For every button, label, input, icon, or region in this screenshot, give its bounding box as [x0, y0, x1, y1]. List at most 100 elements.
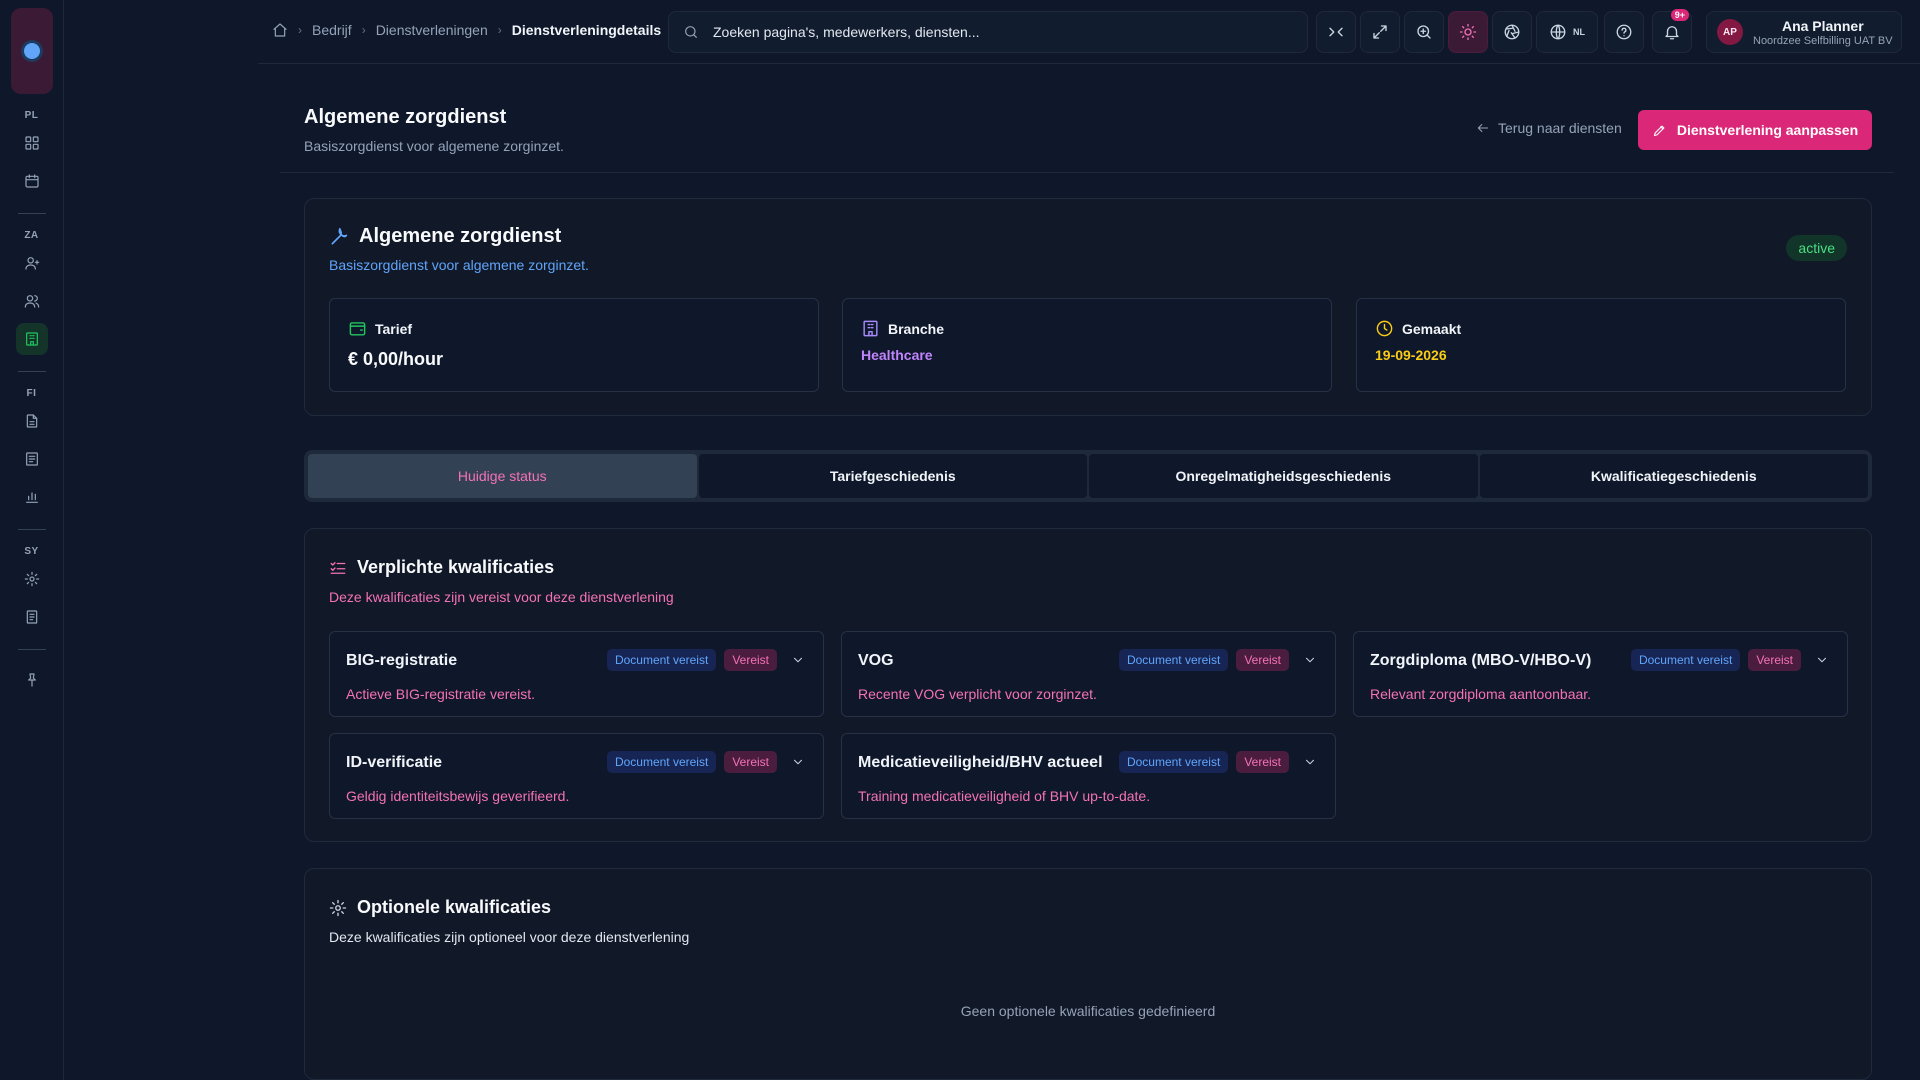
- help-button[interactable]: [1604, 11, 1644, 53]
- stat-branch: Branche Healthcare: [842, 298, 1332, 392]
- users-icon: [24, 295, 39, 308]
- sidebar-item-calendar[interactable]: [16, 165, 48, 197]
- breadcrumb-item[interactable]: Dienstverleningen: [376, 22, 488, 38]
- breadcrumb-separator: ›: [361, 23, 366, 37]
- service-subtitle: Basiszorgdienst voor algemene zorginzet.: [329, 257, 589, 273]
- required-badge: Vereist: [1236, 649, 1289, 671]
- page-subtitle: Basiszorgdienst voor algemene zorginzet.: [304, 138, 564, 154]
- qualification-item[interactable]: Medicatieveiligheid/BHV actueel Document…: [841, 733, 1336, 819]
- chevron-down-icon[interactable]: [791, 755, 805, 769]
- stat-rate: Tarief € 0,00/hour: [329, 298, 819, 392]
- search-input[interactable]: [713, 24, 1273, 40]
- sidebar-section-label: PL: [24, 110, 39, 121]
- collapse-button[interactable]: [1316, 11, 1356, 53]
- pencil-icon: [1653, 125, 1665, 136]
- required-qualifications-card: Verplichte kwalificaties Deze kwalificat…: [304, 528, 1872, 842]
- user-organization: Noordzee Selfbilling UAT BV: [1753, 34, 1893, 47]
- sidebar-item-dashboard[interactable]: [16, 127, 48, 159]
- sidebar-divider: [17, 371, 46, 372]
- user-icon: [24, 257, 39, 270]
- stat-branch-value: Healthcare: [861, 347, 933, 363]
- sidebar-item-users[interactable]: [16, 285, 48, 317]
- tab-current-status[interactable]: Huidige status: [308, 454, 697, 498]
- avatar: AP: [1717, 19, 1743, 45]
- sidebar-item-receipts[interactable]: [16, 443, 48, 475]
- breadcrumb-separator: ›: [298, 23, 302, 37]
- qualification-item[interactable]: BIG-registratie Document vereist Vereist…: [329, 631, 824, 717]
- empty-state-message: Geen optionele kwalificaties gedefinieer…: [960, 1003, 1216, 1019]
- checklist-icon: [330, 561, 346, 574]
- notification-count: 9+: [1670, 9, 1689, 21]
- sidebar-item-user[interactable]: [16, 247, 48, 279]
- zoom-button[interactable]: [1404, 11, 1444, 53]
- user-menu[interactable]: AP Ana Planner Noordzee Selfbilling UAT …: [1706, 11, 1902, 53]
- sidebar-item-logs[interactable]: [16, 601, 48, 633]
- expand-icon: [1373, 25, 1387, 39]
- sidebar-item-reports[interactable]: [16, 481, 48, 513]
- gear-icon: [24, 571, 39, 587]
- qualification-item[interactable]: Zorgdiploma (MBO-V/HBO-V) Document verei…: [1353, 631, 1848, 717]
- breadcrumb-home[interactable]: [272, 22, 288, 38]
- dashboard-icon: [24, 136, 39, 150]
- wrench-icon: [331, 227, 348, 244]
- tab-irregularity-history[interactable]: Onregelmatigheidsgeschiedenis: [1089, 454, 1478, 498]
- tab-qualification-history[interactable]: Kwalificatiegeschiedenis: [1479, 454, 1868, 498]
- notifications-button[interactable]: 9+: [1652, 9, 1692, 53]
- fullscreen-button[interactable]: [1360, 11, 1400, 53]
- stat-created: Gemaakt 19-09-2026: [1356, 298, 1846, 392]
- sidebar-divider: [17, 213, 46, 214]
- receipt-icon: [25, 452, 38, 466]
- collapse-icon: [1329, 27, 1343, 37]
- app-logo[interactable]: [10, 8, 53, 94]
- sidebar-item-invoices[interactable]: [16, 405, 48, 437]
- logo-icon: [23, 43, 40, 59]
- breadcrumb: › Bedrijf › Dienstverleningen › Dienstve…: [272, 22, 661, 38]
- service-summary-card: Algemene zorgdienst Basiszorgdienst voor…: [304, 198, 1872, 416]
- document-required-badge: Document vereist: [606, 751, 717, 773]
- chevron-down-icon[interactable]: [791, 653, 805, 667]
- user-name: Ana Planner: [1781, 17, 1864, 34]
- breadcrumb-separator: ›: [497, 23, 502, 37]
- back-link-label: Terug naar diensten: [1498, 120, 1622, 136]
- back-to-services-link[interactable]: Terug naar diensten: [1476, 120, 1622, 136]
- service-title: Algemene zorgdienst: [359, 225, 562, 247]
- qualification-description: Recente VOG verplicht voor zorginzet.: [858, 686, 1097, 702]
- globe-icon: [1550, 24, 1566, 40]
- header-divider: [280, 172, 1894, 173]
- wallet-icon: [349, 322, 366, 336]
- search-icon: [685, 26, 697, 38]
- qualification-title: VOG: [858, 652, 894, 669]
- theme-toggle[interactable]: [1448, 11, 1488, 53]
- sidebar-item-settings[interactable]: [16, 563, 48, 595]
- building-icon: [25, 332, 38, 346]
- breadcrumb-item[interactable]: Bedrijf: [312, 22, 352, 38]
- qualification-description: Actieve BIG-registratie vereist.: [346, 686, 536, 702]
- chevron-down-icon[interactable]: [1303, 653, 1317, 667]
- language-code: NL: [1573, 27, 1585, 37]
- search-bar[interactable]: [668, 11, 1308, 53]
- appearance-button[interactable]: [1492, 11, 1532, 53]
- arrow-left-icon: [1477, 123, 1489, 133]
- sidebar-item-services[interactable]: [15, 323, 48, 355]
- document-required-badge: Document vereist: [1630, 649, 1741, 671]
- chevron-down-icon[interactable]: [1815, 653, 1829, 667]
- sidebar-pin-button[interactable]: [16, 664, 48, 696]
- language-selector[interactable]: NL: [1536, 11, 1598, 53]
- page-title: Algemene zorgdienst: [304, 106, 507, 128]
- qualification-item[interactable]: ID-verificatie Document vereist Vereist …: [329, 733, 824, 819]
- document-required-badge: Document vereist: [1118, 649, 1229, 671]
- document-required-badge: Document vereist: [606, 649, 717, 671]
- gear-icon: [329, 899, 347, 916]
- qualification-item[interactable]: VOG Document vereist Vereist Recente VOG…: [841, 631, 1336, 717]
- optional-qualifications-card: Optionele kwalificaties Deze kwalificati…: [304, 868, 1872, 1080]
- chevron-down-icon[interactable]: [1303, 755, 1317, 769]
- tab-rate-history[interactable]: Tariefgeschiedenis: [698, 454, 1087, 498]
- top-bar: › Bedrijf › Dienstverleningen › Dienstve…: [258, 0, 1920, 64]
- sidebar-divider: [17, 649, 46, 650]
- tab-bar: Huidige status Tariefgeschiedenis Onrege…: [304, 450, 1872, 502]
- section-subtitle: Deze kwalificaties zijn vereist voor dez…: [329, 589, 674, 605]
- document-required-badge: Document vereist: [1118, 751, 1229, 773]
- stat-label: Tarief: [375, 320, 413, 337]
- section-subtitle: Deze kwalificaties zijn optioneel voor d…: [329, 929, 690, 945]
- edit-service-button[interactable]: Dienstverlening aanpassen: [1638, 110, 1872, 150]
